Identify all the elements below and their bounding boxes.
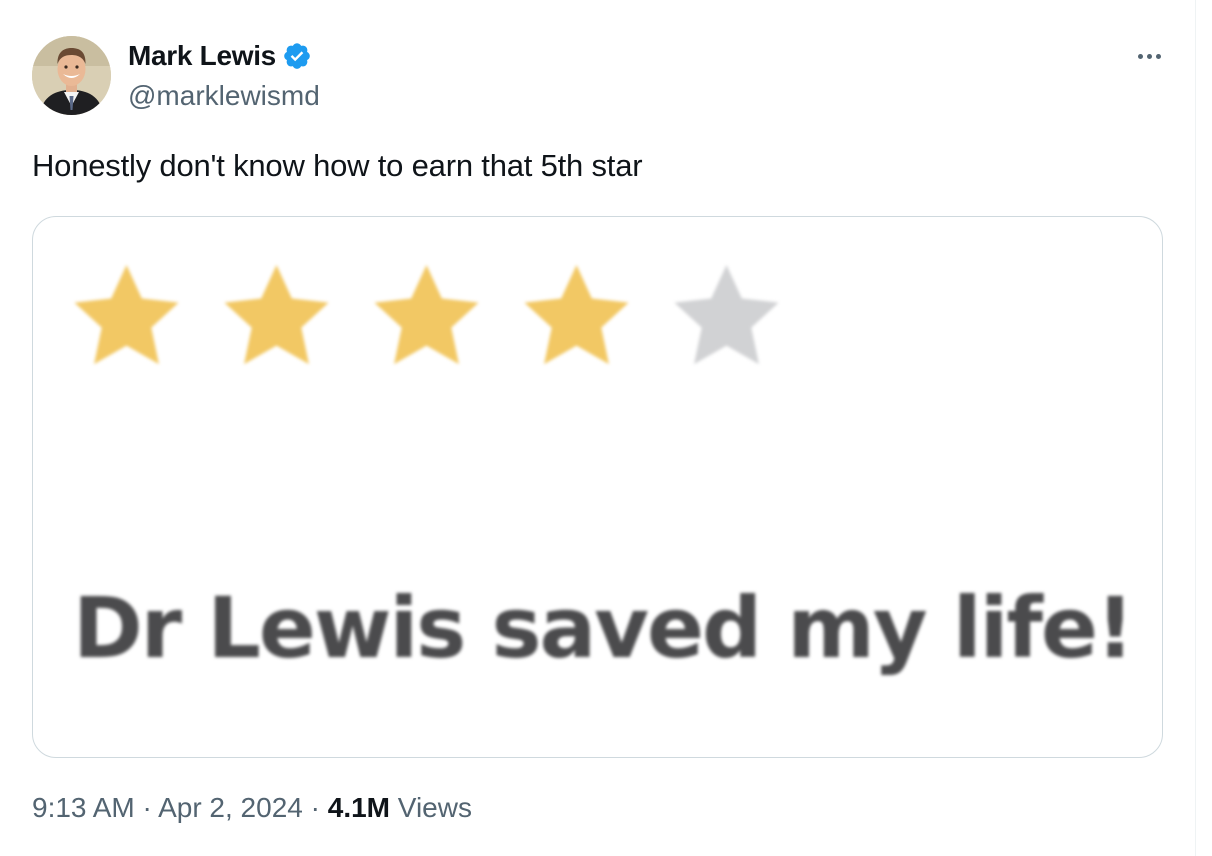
review-text: Dr Lewis saved my life! <box>73 579 1134 677</box>
views-count: 4.1M <box>327 792 390 823</box>
star-filled-icon <box>374 264 479 365</box>
more-horizontal-icon-dot <box>1155 53 1161 59</box>
more-options-button[interactable] <box>1129 36 1169 76</box>
tweet-text: Honestly don't know how to earn that 5th… <box>32 148 643 183</box>
tweet-date[interactable]: Apr 2, 2024 <box>158 792 303 823</box>
views-label: Views <box>397 792 472 823</box>
star-filled-icon <box>524 264 629 365</box>
verified-badge-icon[interactable] <box>282 41 312 71</box>
star-empty-icon <box>674 264 779 365</box>
author-handle[interactable]: @marklewismd <box>128 80 320 112</box>
more-horizontal-icon-dot <box>1146 53 1152 59</box>
star-filled-icon <box>224 264 329 365</box>
tweet-meta: 9:13 AM · Apr 2, 2024 · 4.1M Views <box>32 792 472 824</box>
star-rating <box>67 255 786 379</box>
avatar[interactable] <box>32 36 111 115</box>
author-display-name[interactable]: Mark Lewis <box>128 40 276 72</box>
more-horizontal-icon-dot <box>1137 53 1143 59</box>
tweet: Mark Lewis @marklewismd Honestly don't k… <box>0 0 1196 856</box>
star-filled-icon <box>74 264 179 365</box>
meta-separator: · <box>142 792 152 823</box>
name-row: Mark Lewis <box>128 40 312 72</box>
profile-photo <box>32 36 111 115</box>
tweet-time[interactable]: 9:13 AM <box>32 792 135 823</box>
meta-separator: · <box>310 792 320 823</box>
tweet-media-image[interactable]: Dr Lewis saved my life! <box>32 216 1163 758</box>
